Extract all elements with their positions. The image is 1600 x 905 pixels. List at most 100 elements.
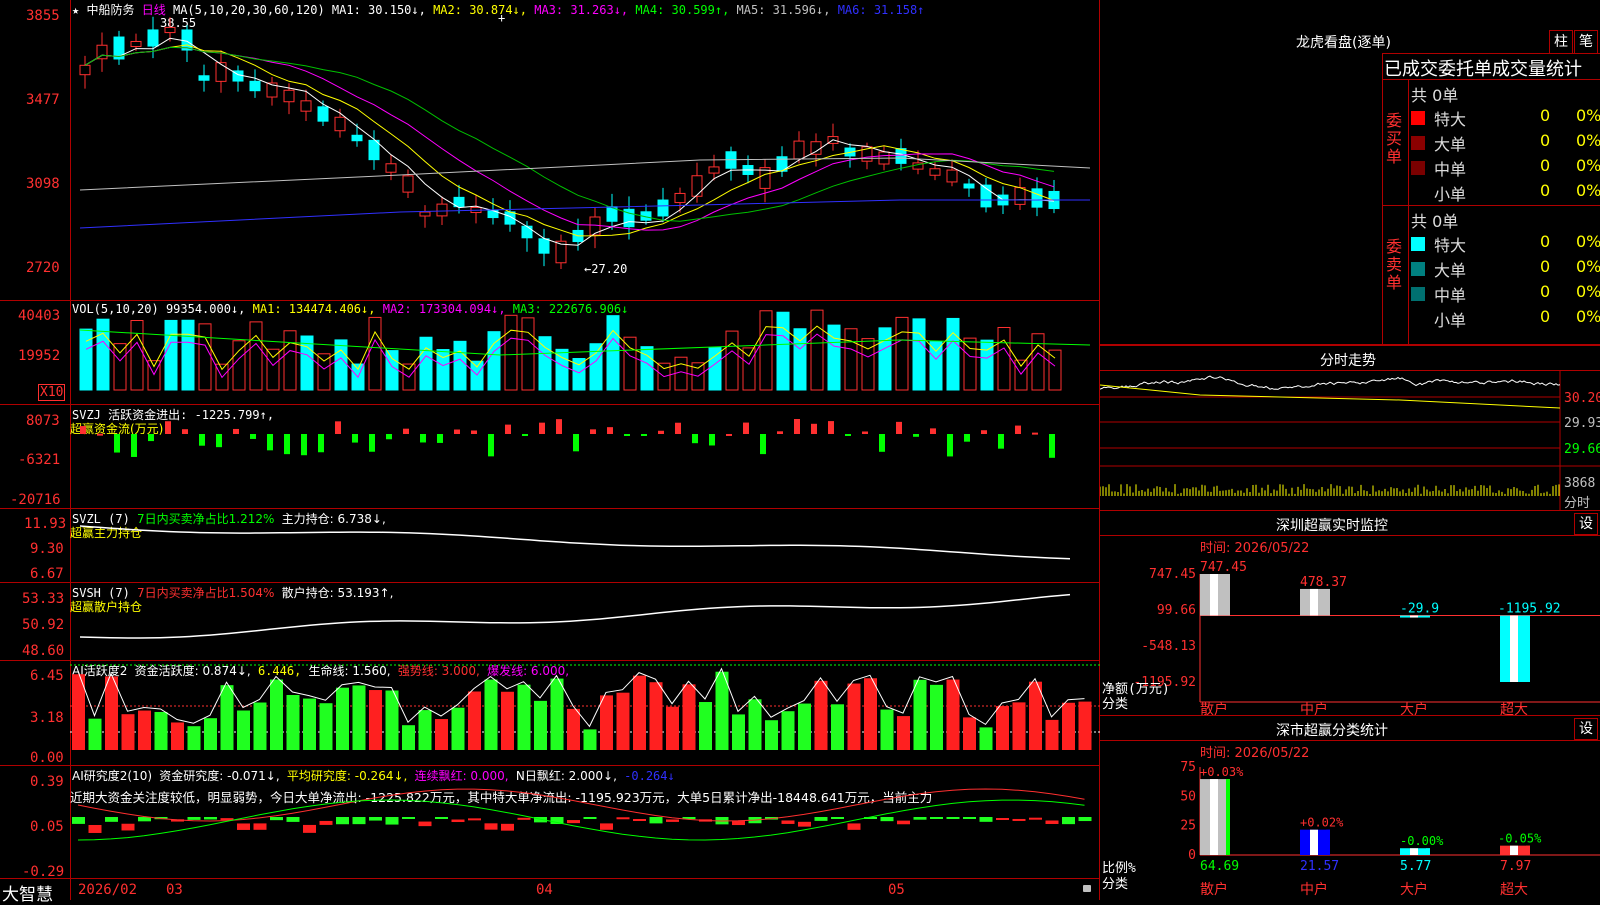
classify-settings-button[interactable]: 设 [1574, 718, 1598, 740]
volume-bar [708, 347, 722, 391]
activity-bar [946, 679, 960, 750]
buy-row-pct: 0% [1576, 131, 1600, 150]
monitor-xlabel: 分类 [1102, 697, 1128, 712]
brand-logo[interactable]: 大智慧 [2, 880, 53, 905]
fund-flow-bar [454, 429, 460, 434]
classify-change-label-0: +0.03% [1200, 765, 1244, 779]
sell-color-swatch [1411, 312, 1425, 326]
ai-activity-chart[interactable] [0, 660, 1100, 765]
candle-body [147, 29, 159, 47]
lock-icon[interactable] [1083, 885, 1091, 892]
volume-bar [912, 318, 926, 391]
tick-view-button[interactable]: 笔 [1574, 30, 1598, 54]
fund-flow-bar [216, 434, 222, 448]
intraday-unit: 分时 [1564, 496, 1591, 511]
classify-category-0: 散户 [1200, 881, 1228, 898]
classify-change-label-2: -0.00% [1400, 834, 1444, 848]
research-bar [1045, 820, 1059, 824]
fund-flow-bar [760, 434, 766, 455]
activity-bar [649, 682, 663, 750]
volume-bar [759, 310, 773, 391]
volume-chart[interactable] [0, 300, 1100, 404]
candle-body [351, 134, 363, 142]
candle-body [402, 175, 414, 193]
volume-bar [725, 330, 739, 391]
fund-flow-bar [1032, 432, 1038, 435]
volume-bar [96, 318, 110, 391]
research-bar [996, 818, 1009, 821]
research-bar [303, 824, 316, 833]
classify-bar-highlight [1410, 848, 1418, 855]
svsh-chart[interactable] [0, 582, 1100, 660]
intraday-ytick-2: 29.66 [1564, 442, 1600, 457]
monitor-bar-highlight [1510, 615, 1518, 682]
activity-bar [204, 718, 217, 750]
research-bar [352, 817, 366, 825]
svzl-chart[interactable] [0, 508, 1100, 582]
ai-research-chart[interactable] [0, 765, 1100, 878]
monitor-chart[interactable]: 747.45 99.66 -548.13 -1195.92 净额(万元)分类 747.45… [1100, 550, 1600, 715]
sell-row-name: 大单 [1434, 261, 1467, 280]
classify-chart[interactable]: 75 50 25 0 比例%分类 +0.03% 64.69 散户 +0.02% 21.57 中户 -0… [1100, 755, 1600, 900]
activity-bar [1062, 702, 1075, 750]
activity-bar [451, 707, 465, 750]
xaxis-label-2: 04 [536, 882, 553, 898]
intraday-chart[interactable] [1100, 370, 1600, 510]
candle-body [164, 26, 176, 34]
activity-bar [1078, 701, 1092, 750]
monitor-category-2: 大户 [1400, 701, 1428, 715]
research-bar [402, 817, 415, 819]
monitor-settings-button[interactable]: 设 [1574, 513, 1598, 535]
svzj-chart[interactable] [0, 404, 1100, 508]
volume-bar [623, 336, 637, 391]
candle-body [96, 44, 108, 60]
volume-bar [1014, 359, 1028, 391]
research-bar [418, 821, 432, 827]
sell-color-swatch [1411, 262, 1425, 276]
volume-bar [1048, 349, 1062, 391]
activity-bar [831, 704, 844, 750]
research-bar [253, 823, 267, 830]
sell-color-swatch [1411, 237, 1425, 251]
retail-holding-line [79, 593, 1071, 639]
fund-flow-bar [1049, 434, 1055, 458]
fund-flow-bar [743, 422, 749, 434]
fund-flow-bar [301, 434, 307, 456]
classify-value-label-3: 7.97 [1500, 859, 1531, 874]
activity-bar [699, 702, 712, 750]
sell-color-swatch [1411, 287, 1425, 301]
kline-chart[interactable]: + [0, 0, 1100, 300]
research-bar [105, 817, 118, 822]
dragon-subtitle: 已成交委托单成交量统计 [1384, 59, 1582, 80]
ma2-line [84, 44, 1055, 237]
buy-color-swatch [1411, 161, 1425, 175]
column-view-button[interactable]: 柱 [1549, 30, 1573, 54]
fund-flow-bar [284, 434, 290, 455]
sell-row-pct: 0% [1576, 257, 1600, 276]
activity-bar [930, 684, 943, 750]
activity-bar [319, 703, 333, 750]
candle-body [793, 140, 805, 160]
candle-body [1014, 187, 1026, 205]
fund-flow-bar [811, 423, 817, 434]
buy-row-name: 小单 [1434, 185, 1467, 204]
research-bar [963, 817, 976, 819]
volume-bar [334, 339, 348, 391]
candle-body [368, 139, 380, 161]
volume-bar [674, 356, 688, 391]
activity-bar [1029, 681, 1042, 750]
volume-bar [113, 343, 127, 391]
classify-xlabel: 分类 [1102, 877, 1128, 892]
classify-category-2: 大户 [1400, 881, 1428, 898]
intraday-ytick-0: 30.20 [1564, 391, 1600, 406]
candle-body [810, 141, 822, 155]
ma3-line [84, 46, 1055, 231]
fund-flow-bar [182, 429, 188, 434]
activity-bar [270, 679, 283, 750]
candle-body [538, 238, 550, 254]
xaxis-label-0: 2026/02 [78, 882, 138, 898]
fund-flow-bar [522, 434, 528, 436]
monitor-value-label-2: -29.9 [1400, 602, 1439, 617]
activity-bar [484, 679, 498, 750]
buy-row-pct: 0% [1576, 156, 1600, 175]
